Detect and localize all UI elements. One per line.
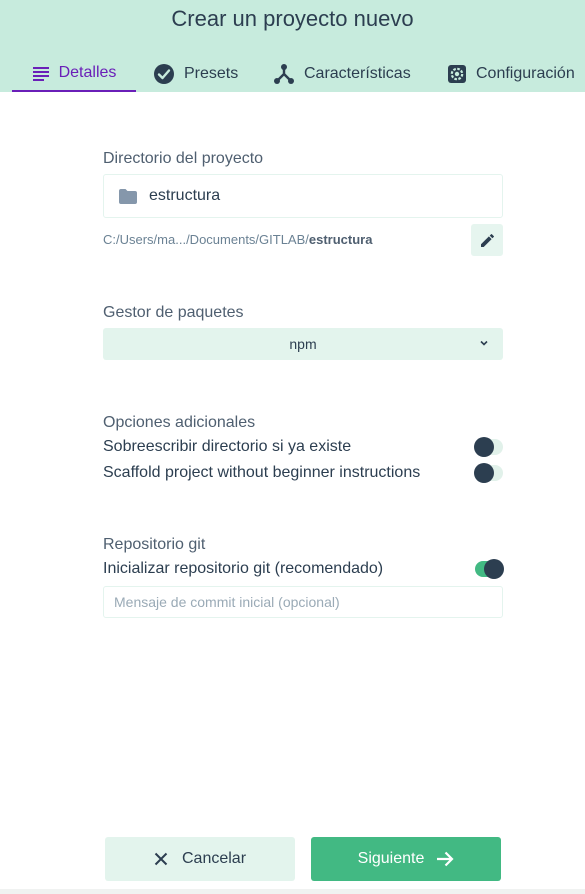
page-title: Crear un proyecto nuevo xyxy=(171,6,414,31)
project-directory-field[interactable]: estructura xyxy=(103,174,503,218)
tab-caracteristicas[interactable]: Características xyxy=(273,56,411,92)
option-row-git-init: Inicializar repositorio git (recomendado… xyxy=(103,558,504,580)
cancel-label: Cancelar xyxy=(181,850,247,867)
path-folder: estructura xyxy=(308,232,373,247)
scaffold-toggle[interactable] xyxy=(474,463,503,483)
next-button[interactable]: Siguiente xyxy=(311,837,501,881)
toggle-knob xyxy=(474,463,494,483)
bottom-divider xyxy=(0,889,585,894)
tab-detalles[interactable]: Detalles xyxy=(12,56,136,92)
pencil-icon xyxy=(480,233,494,247)
option-label: Sobreescribir directorio si ya existe xyxy=(103,438,352,455)
list-icon xyxy=(32,67,49,81)
edit-path-button[interactable] xyxy=(471,224,503,256)
toggle-knob xyxy=(474,437,494,457)
folder-icon xyxy=(119,188,137,204)
package-manager-value: npm xyxy=(289,336,317,352)
close-icon xyxy=(154,852,168,866)
directory-name: estructura xyxy=(149,187,221,204)
option-row-scaffold: Scaffold project without beginner instru… xyxy=(103,462,503,484)
header-bar: Crear un proyecto nuevo Detalles Presets… xyxy=(0,0,585,92)
option-row-overwrite: Sobreescribir directorio si ya existe xyxy=(103,436,503,458)
directory-path: C:/Users/ma.../Documents/GITLAB/estructu… xyxy=(103,232,372,247)
tab-label: Configuración xyxy=(476,65,575,82)
directory-section-label: Directorio del proyecto xyxy=(103,150,264,167)
chevron-down-icon xyxy=(480,340,488,346)
package-manager-label: Gestor de paquetes xyxy=(103,304,244,321)
tab-configuracion[interactable]: Configuración xyxy=(447,56,575,92)
toggle-knob xyxy=(484,559,504,579)
tab-label: Detalles xyxy=(58,64,117,81)
git-section-label: Repositorio git xyxy=(103,536,206,553)
option-label: Inicializar repositorio git (recomendado… xyxy=(103,560,384,577)
next-label: Siguiente xyxy=(357,850,425,867)
package-manager-select[interactable]: npm xyxy=(103,328,503,360)
tab-label: Presets xyxy=(184,65,239,82)
settings-icon xyxy=(448,65,466,83)
merge-icon xyxy=(274,64,294,84)
tab-label: Características xyxy=(304,65,411,82)
path-prefix: C:/Users/ma.../Documents/GITLAB/ xyxy=(103,232,309,247)
additional-options-label: Opciones adicionales xyxy=(103,414,256,431)
option-label: Scaffold project without beginner instru… xyxy=(103,464,421,481)
overwrite-toggle[interactable] xyxy=(474,437,503,457)
arrow-right-icon xyxy=(437,851,454,867)
git-init-toggle[interactable] xyxy=(475,559,504,579)
check-circle-icon xyxy=(154,64,174,84)
cancel-button[interactable]: Cancelar xyxy=(105,837,295,881)
tab-presets[interactable]: Presets xyxy=(153,56,238,92)
commit-message-input[interactable] xyxy=(103,586,503,618)
